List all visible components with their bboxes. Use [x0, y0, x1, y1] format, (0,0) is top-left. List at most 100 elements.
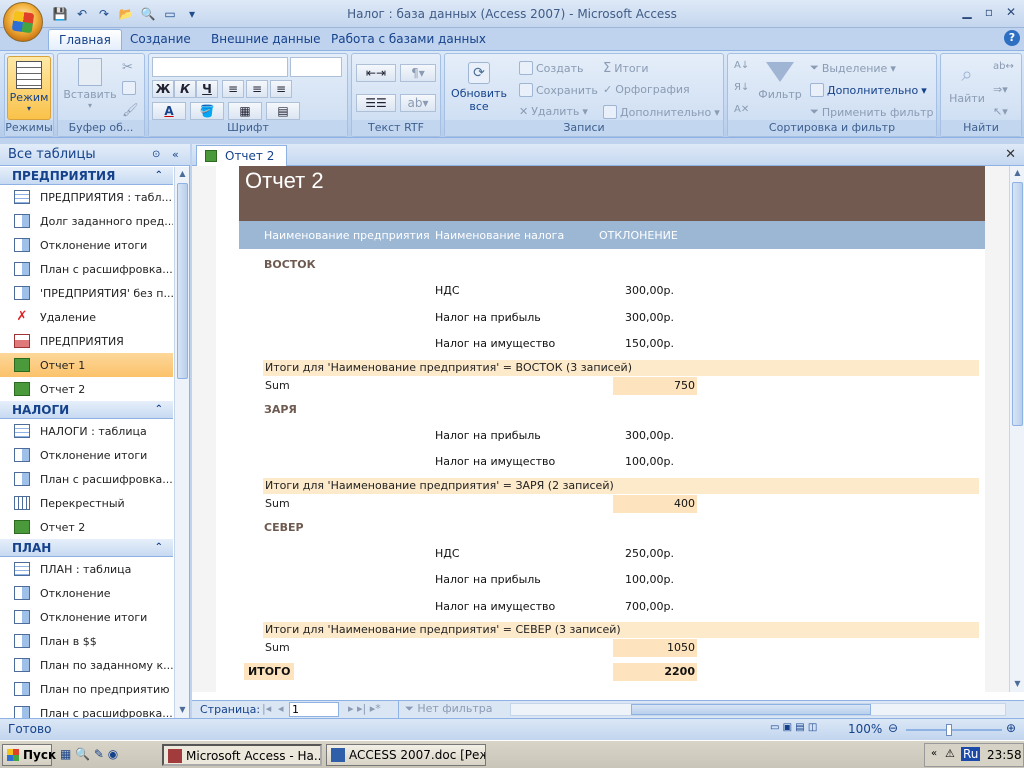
start-button[interactable]: Пуск [2, 744, 56, 766]
more-records-button[interactable]: Дополнительно ▾ [603, 105, 720, 119]
nav-item[interactable]: План с расшифровка... [0, 257, 173, 281]
nav-group-header[interactable]: ПЛАН ⌃ [0, 539, 173, 557]
collapse-group-icon[interactable]: ⌃ [155, 539, 163, 557]
align-right-button[interactable]: ≡ [270, 80, 292, 98]
italic-button[interactable]: К [174, 80, 196, 98]
goto-icon[interactable]: ⇒▾ [993, 83, 1008, 96]
nav-dropdown-icon[interactable]: ⊙ [152, 144, 160, 166]
tray-expand-icon[interactable]: « [931, 748, 937, 759]
totals-button[interactable]: Σ Итоги [603, 61, 649, 76]
nav-header[interactable]: Все таблицы ⊙ « [0, 144, 190, 166]
bold-button[interactable]: Ж [152, 80, 174, 98]
doc-scrollbar[interactable]: ▲ ▼ [1009, 166, 1024, 692]
nav-item[interactable]: План по предприятию [0, 677, 173, 701]
nav-collapse-icon[interactable]: « [172, 144, 179, 166]
find-button[interactable]: ⌕ Найти [945, 62, 989, 105]
alt-fill-button[interactable]: ▤ [266, 102, 300, 120]
indent-button[interactable]: ⇤⇥ [356, 64, 396, 82]
mode-button[interactable]: Режим ▾ [7, 56, 51, 120]
close-window-button[interactable]: ✕ [1000, 3, 1022, 21]
close-doc-icon[interactable]: ✕ [1005, 147, 1016, 162]
collapse-group-icon[interactable]: ⌃ [155, 167, 163, 185]
nav-group-header[interactable]: НАЛОГИ ⌃ [0, 401, 173, 419]
clear-sort-icon[interactable]: A✕ [734, 104, 749, 115]
nav-item[interactable]: Отчет 1 [0, 353, 173, 377]
nav-item[interactable]: План в $$ [0, 629, 173, 653]
task-access[interactable]: Microsoft Access - На... [162, 744, 322, 766]
nav-item[interactable]: План по заданному к... [0, 653, 173, 677]
save-record-button[interactable]: Сохранить [519, 83, 598, 97]
nav-item[interactable]: ПРЕДПРИЯТИЯ : табл... [0, 185, 173, 209]
sort-desc-icon[interactable]: Я↓ [734, 82, 749, 93]
paragraph-button[interactable]: ¶▾ [400, 64, 436, 82]
nav-item[interactable]: Перекрестный [0, 491, 173, 515]
page-number-field[interactable]: 1 [289, 702, 339, 717]
delete-record-button[interactable]: ✕ Удалить ▾ [519, 105, 588, 118]
nav-item[interactable]: НАЛОГИ : таблица [0, 419, 173, 443]
paste-button[interactable]: Вставить ▾ [62, 58, 118, 110]
filter-button[interactable]: Фильтр [758, 62, 802, 101]
filter-status[interactable]: ⏷ Нет фильтра [398, 701, 498, 718]
copy-icon[interactable] [122, 81, 136, 95]
font-name-select[interactable] [152, 57, 288, 77]
align-left-button[interactable]: ≡ [222, 80, 244, 98]
nav-scrollbar[interactable]: ▲ ▼ [174, 167, 189, 718]
nav-scroll-thumb[interactable] [177, 183, 188, 379]
nav-item[interactable]: 'ПРЕДПРИЯТИЯ' без п... [0, 281, 173, 305]
restore-button[interactable]: ▫ [978, 3, 1000, 21]
cut-icon[interactable]: ✂ [122, 60, 133, 75]
spelling-button[interactable]: ✓ Орфография [603, 83, 690, 96]
font-size-select[interactable] [290, 57, 342, 77]
selection-button[interactable]: ⏷ Выделение ▾ [810, 61, 896, 75]
underline-button[interactable]: Ч [196, 80, 218, 98]
zoom-slider-thumb[interactable] [946, 724, 952, 736]
nav-item[interactable]: План с расшифровка... [0, 467, 173, 491]
tab-database-tools[interactable]: Работа с базами данных [321, 29, 496, 50]
highlight-button[interactable]: ab▾ [400, 94, 436, 112]
replace-icon[interactable]: ab↔ [993, 61, 1014, 72]
nav-item[interactable]: Отчет 2 [0, 515, 173, 539]
minimize-button[interactable]: ▁ [956, 3, 978, 21]
language-indicator[interactable]: Ru [961, 747, 981, 761]
next-page-icon[interactable]: ▸ ▸| ▸* [348, 702, 381, 715]
fill-color-button[interactable]: 🪣 [190, 102, 224, 120]
tab-external-data[interactable]: Внешние данные [201, 29, 330, 50]
nav-item[interactable]: Отклонение итоги [0, 605, 173, 629]
nav-item[interactable]: ПРЕДПРИЯТИЯ [0, 329, 173, 353]
create-record-button[interactable]: Создать [519, 61, 584, 75]
refresh-all-button[interactable]: ⟳ Обновить все [449, 62, 509, 113]
apply-filter-button[interactable]: ⏷ Применить фильтр [810, 105, 933, 119]
advanced-filter-button[interactable]: Дополнительно ▾ [810, 83, 927, 97]
list-button[interactable]: ☰☰ [356, 94, 396, 112]
doc-scroll-down-icon[interactable]: ▼ [1010, 677, 1024, 691]
zoom-in-icon[interactable]: ⊕ [1006, 721, 1016, 735]
help-icon[interactable]: ? [1004, 30, 1020, 46]
nav-group-header[interactable]: ПРЕДПРИЯТИЯ ⌃ [0, 167, 173, 185]
align-center-button[interactable]: ≡ [246, 80, 268, 98]
nav-item[interactable]: Отклонение итоги [0, 443, 173, 467]
tab-home[interactable]: Главная [48, 29, 122, 50]
first-page-icon[interactable]: |◂ [262, 702, 271, 715]
office-button[interactable] [3, 2, 43, 42]
doc-hscrollbar[interactable] [510, 703, 1006, 716]
quicklaunch-icons[interactable]: ▦ 🔍 ✎ ◉ [60, 747, 118, 761]
view-buttons[interactable]: ▭ ▣ ▤ ◫ [770, 722, 817, 733]
prev-page-icon[interactable]: ◂ [278, 702, 284, 715]
nav-item[interactable]: ✗ Удаление [0, 305, 173, 329]
scroll-up-icon[interactable]: ▲ [175, 167, 190, 181]
select-icon[interactable]: ↖▾ [993, 105, 1008, 118]
nav-item[interactable]: Отклонение [0, 581, 173, 605]
zoom-out-icon[interactable]: ⊖ [888, 721, 898, 735]
sort-asc-icon[interactable]: A↓ [734, 60, 749, 71]
font-color-button[interactable]: A [152, 102, 186, 120]
format-painter-icon[interactable]: 🖌 [122, 103, 139, 118]
nav-item[interactable]: Долг заданного пред... [0, 209, 173, 233]
doc-tab-report2[interactable]: Отчет 2 [196, 145, 288, 166]
doc-hscroll-thumb[interactable] [631, 704, 871, 715]
collapse-group-icon[interactable]: ⌃ [155, 401, 163, 419]
task-word[interactable]: ACCESS 2007.doc [Режи... [326, 744, 486, 766]
doc-scroll-thumb[interactable] [1012, 182, 1023, 426]
nav-item[interactable]: Отчет 2 [0, 377, 173, 401]
doc-scroll-up-icon[interactable]: ▲ [1010, 166, 1024, 180]
nav-item[interactable]: План с расшифровка... [0, 701, 173, 718]
